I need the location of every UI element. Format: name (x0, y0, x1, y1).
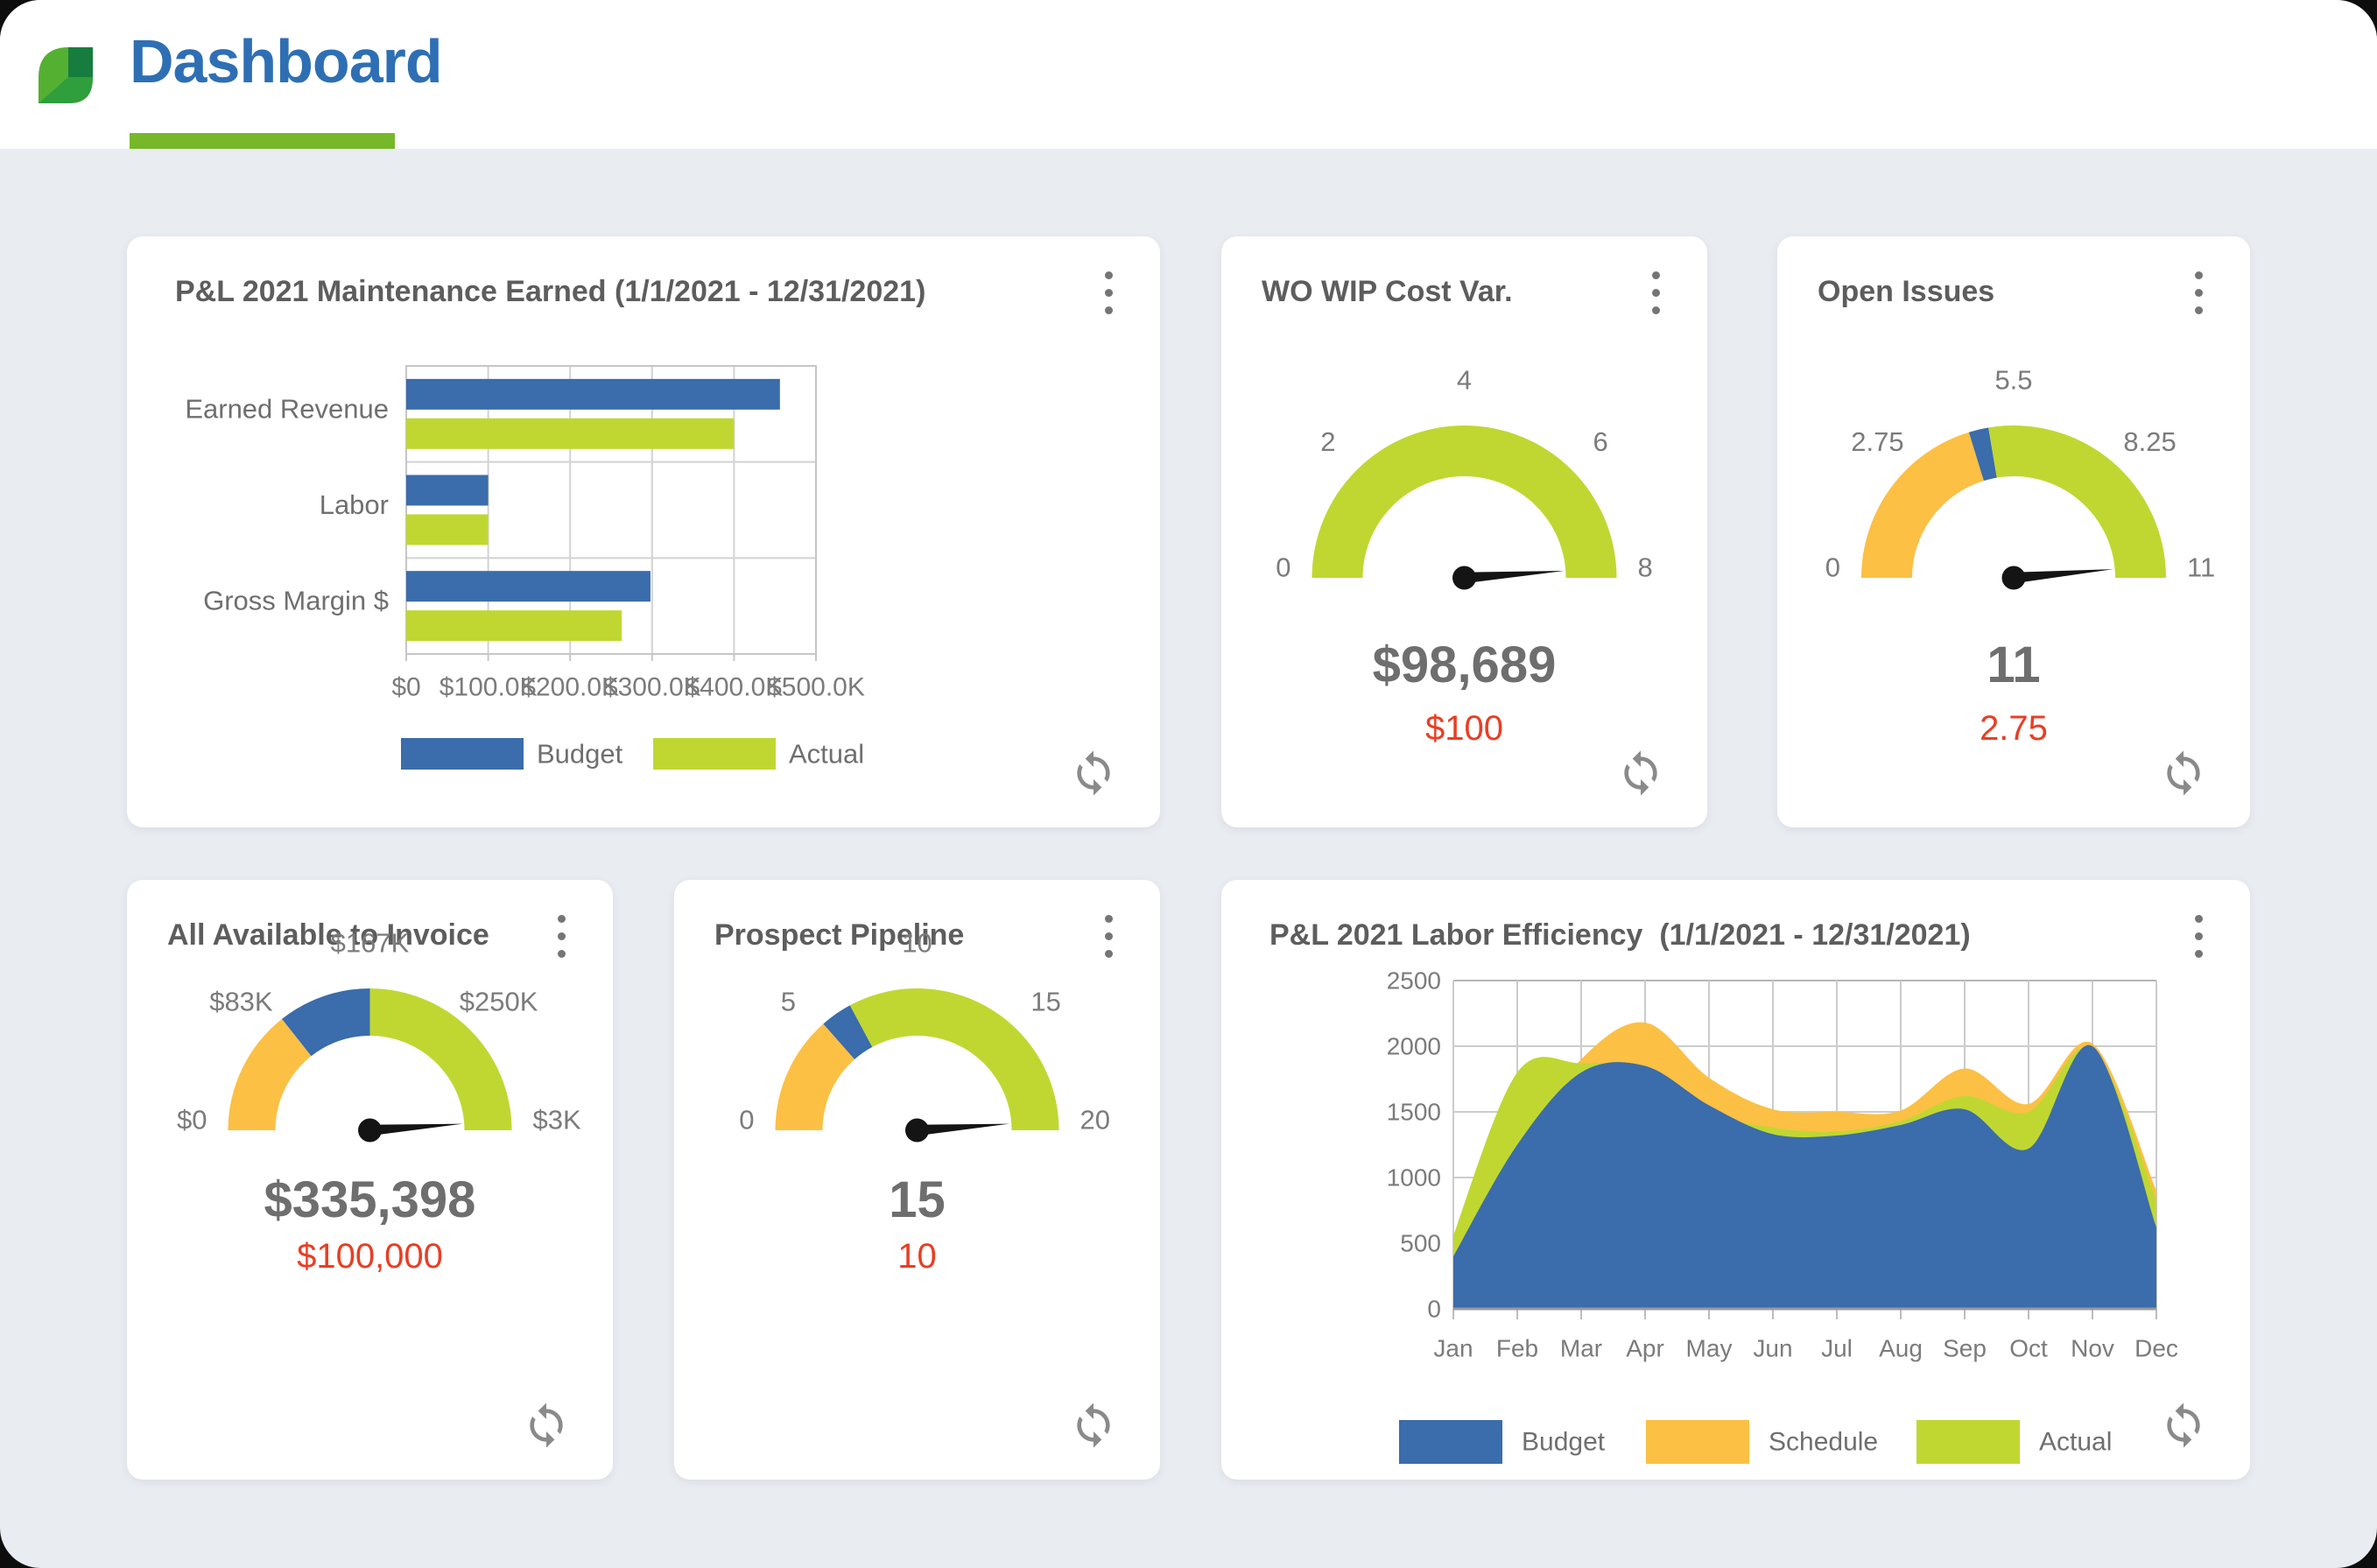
svg-text:Oct: Oct (2009, 1335, 2048, 1362)
svg-text:May: May (1686, 1335, 1733, 1362)
refresh-icon[interactable] (1069, 749, 1118, 798)
svg-text:$0: $0 (391, 673, 420, 702)
svg-text:0: 0 (1825, 552, 1840, 583)
svg-text:11: 11 (2187, 552, 2215, 583)
svg-text:Aug: Aug (1879, 1335, 1923, 1362)
svg-text:0: 0 (1427, 1296, 1441, 1323)
svg-text:8.25: 8.25 (2123, 426, 2176, 457)
svg-text:2000: 2000 (1387, 1033, 1441, 1060)
svg-text:2: 2 (1320, 426, 1335, 457)
leaf-dark-quadrant (68, 47, 93, 77)
gauge-target-value: 10 (674, 1237, 1160, 1276)
svg-text:0: 0 (739, 1105, 754, 1136)
refresh-icon[interactable] (522, 1401, 571, 1450)
svg-text:5: 5 (781, 986, 796, 1016)
svg-text:Sep: Sep (1943, 1335, 1987, 1362)
svg-text:$0: $0 (177, 1105, 207, 1136)
card-maintenance-earned: P&L 2021 Maintenance Earned (1/1/2021 - … (127, 236, 1160, 827)
svg-text:$167K: $167K (331, 928, 410, 959)
card-wo-wip-cost-var: WO WIP Cost Var. 02468 $98,689 $100 (1221, 236, 1707, 827)
gauge-target-value: 2.75 (1777, 709, 2250, 749)
gauge-target-value: $100 (1221, 709, 1707, 749)
svg-text:Apr: Apr (1626, 1335, 1664, 1362)
refresh-icon[interactable] (1069, 1401, 1118, 1450)
gauge-value: 15 (674, 1171, 1160, 1229)
svg-text:Jan: Jan (1433, 1335, 1473, 1362)
svg-text:Actual: Actual (789, 739, 864, 770)
svg-text:Labor: Labor (320, 489, 389, 520)
svg-text:Earned Revenue: Earned Revenue (185, 393, 389, 424)
svg-text:$3K: $3K (533, 1105, 581, 1136)
svg-text:15: 15 (1030, 986, 1060, 1016)
svg-text:$250K: $250K (460, 986, 538, 1016)
labor-efficiency-area-chart: 0 500 1000 1500 2000 2500 Jan Feb Mar Apr May Jun Ju… (1221, 880, 2250, 1480)
svg-text:$500.0K: $500.0K (767, 673, 865, 702)
svg-text:6: 6 (1593, 426, 1607, 457)
svg-text:10: 10 (902, 928, 932, 959)
app-logo-leaf-icon (35, 44, 98, 107)
svg-text:5.5: 5.5 (1994, 365, 2032, 396)
card-open-issues: Open Issues 02.755.58.2511 11 2.75 (1777, 236, 2250, 827)
gauge-value: 11 (1777, 636, 2250, 694)
title-underline-accent (130, 133, 395, 149)
svg-text:Gross Margin $: Gross Margin $ (203, 586, 389, 616)
svg-text:8: 8 (1638, 552, 1653, 583)
svg-text:20: 20 (1080, 1105, 1110, 1136)
svg-text:0: 0 (1276, 552, 1290, 583)
gauge-target-value: $100,000 (127, 1237, 613, 1276)
svg-text:Dec: Dec (2134, 1335, 2178, 1362)
svg-text:Budget: Budget (537, 739, 623, 770)
gauge-value: $98,689 (1221, 636, 1707, 694)
svg-text:$83K: $83K (209, 986, 273, 1016)
svg-text:4: 4 (1457, 365, 1472, 396)
card-all-available-to-invoice: All Available to Invoice $0$83K$167K$250… (127, 880, 613, 1480)
svg-text:Mar: Mar (1560, 1335, 1602, 1362)
svg-text:1500: 1500 (1387, 1099, 1441, 1126)
card-prospect-pipeline: Prospect Pipeline 05101520 15 10 (674, 880, 1160, 1480)
svg-text:1000: 1000 (1387, 1164, 1441, 1192)
svg-text:Actual: Actual (2039, 1428, 2112, 1457)
gauge-value: $335,398 (127, 1171, 613, 1229)
svg-text:Feb: Feb (1496, 1335, 1538, 1362)
app-header: Dashboard (0, 0, 2377, 149)
svg-text:Budget: Budget (1522, 1428, 1606, 1457)
refresh-icon[interactable] (2159, 1401, 2208, 1450)
svg-text:2.75: 2.75 (1851, 426, 1903, 457)
dashboard-page: Dashboard P&L 2021 Maintenance Earned (1… (0, 0, 2377, 1568)
page-title: Dashboard (130, 26, 442, 96)
svg-text:500: 500 (1400, 1230, 1441, 1257)
refresh-icon[interactable] (2159, 749, 2208, 798)
svg-text:2500: 2500 (1387, 967, 1441, 995)
svg-text:Jun: Jun (1753, 1335, 1792, 1362)
svg-text:Nov: Nov (2071, 1335, 2114, 1362)
svg-text:Jul: Jul (1821, 1335, 1853, 1362)
refresh-icon[interactable] (1616, 749, 1665, 798)
svg-text:Schedule: Schedule (1769, 1428, 1878, 1457)
maintenance-bar-chart: $0$100.0K$200.0K$300.0K$400.0K$500.0KEar… (127, 236, 1160, 827)
card-labor-efficiency: P&L 2021 Labor Efficiency (1/1/2021 - 12… (1221, 880, 2250, 1480)
